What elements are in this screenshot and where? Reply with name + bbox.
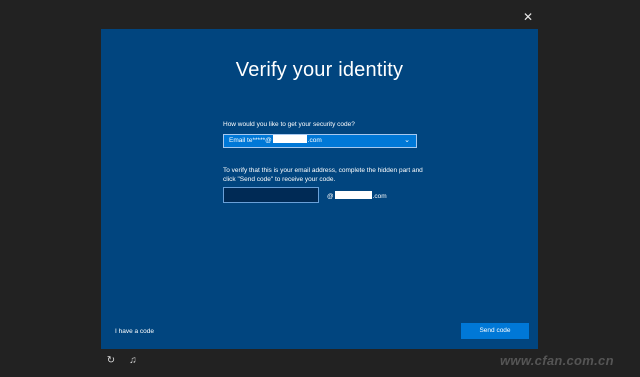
- close-icon[interactable]: ✕: [521, 10, 535, 24]
- ease-of-access-icon[interactable]: ↻: [105, 355, 117, 367]
- chevron-down-icon: ⌄: [404, 137, 410, 144]
- verify-description: To verify that this is your email addres…: [223, 167, 423, 183]
- redacted-mask: [272, 135, 307, 143]
- page-title: Verify your identity: [235, 59, 404, 81]
- accessibility-icon[interactable]: ♫: [127, 355, 139, 367]
- email-domain-suffix: @ .com: [327, 191, 387, 200]
- method-select[interactable]: Email te*****@ .com ⌄: [223, 134, 417, 148]
- redacted-mask: [334, 191, 372, 199]
- method-label: How would you like to get your security …: [223, 121, 355, 128]
- email-hidden-part-input[interactable]: [223, 187, 319, 203]
- method-select-suffix: .com: [307, 137, 322, 144]
- email-suffix-at: @: [327, 193, 334, 200]
- have-code-link[interactable]: I have a code: [115, 328, 154, 335]
- email-suffix-com: .com: [372, 193, 387, 200]
- method-select-prefix: Email te*****@: [229, 137, 272, 144]
- send-code-button[interactable]: Send code: [461, 323, 529, 339]
- watermark: www.cfan.com.cn: [500, 353, 614, 368]
- verify-identity-dialog: Verify your identity How would you like …: [101, 29, 538, 349]
